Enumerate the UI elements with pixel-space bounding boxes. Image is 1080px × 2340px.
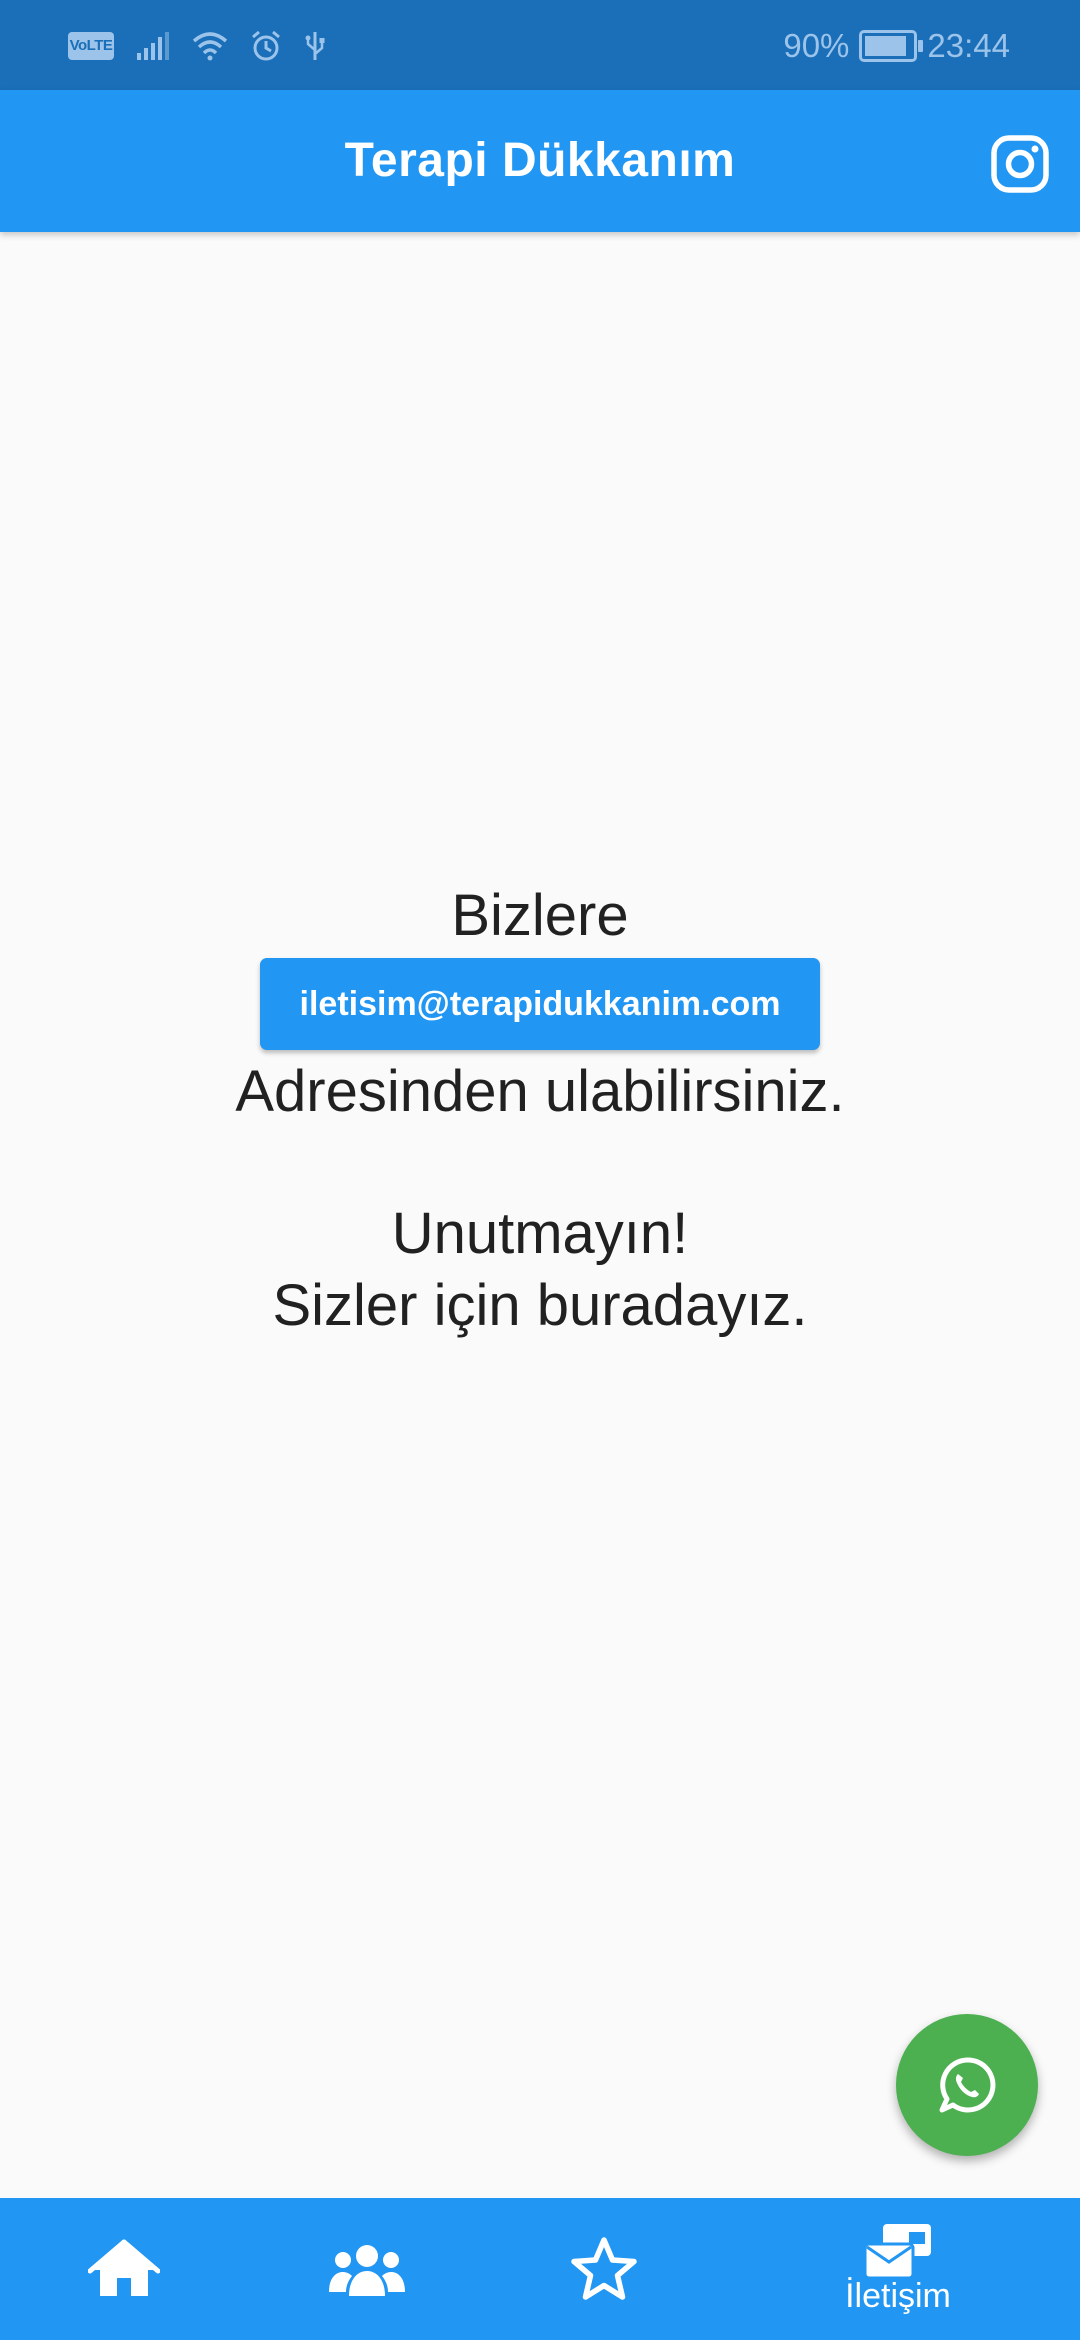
status-bar: VoLTE 90% 23:44 <box>0 0 1080 90</box>
email-button[interactable]: iletisim@terapidukkanim.com <box>260 958 820 1050</box>
home-icon <box>88 2239 160 2296</box>
alarm-icon <box>252 30 280 61</box>
app-title: Terapi Dükkanım <box>344 134 736 187</box>
signal-icon <box>137 32 169 60</box>
nav-item-favorites[interactable] <box>484 2198 724 2340</box>
address-text: Adresinden ulabilirsiniz. <box>235 1059 845 1124</box>
contact-mail-icon <box>863 2224 931 2280</box>
bottom-navigation: İletişim <box>0 2198 1080 2340</box>
wifi-icon <box>192 32 228 61</box>
battery-charging-icon <box>859 30 924 62</box>
usb-icon <box>305 32 325 60</box>
battery-level <box>865 36 907 56</box>
text-spacer <box>0 1128 1080 1198</box>
status-icons-left: VoLTE <box>68 24 326 68</box>
nav-item-team[interactable] <box>247 2198 487 2340</box>
users-icon <box>329 2245 405 2296</box>
volte-icon: VoLTE <box>68 32 114 60</box>
nav-item-home[interactable] <box>4 2198 244 2340</box>
battery-percent: 90% <box>783 27 850 64</box>
support-text: Sizler için buradayız. <box>272 1273 808 1338</box>
status-time: 23:44 <box>927 27 1010 64</box>
app-bar: Terapi Dükkanım <box>0 90 1080 232</box>
nav-label-contact: İletişim <box>845 2277 951 2315</box>
contact-content: Bizlere iletisim@terapidukkanim.com Adre… <box>0 880 1080 1342</box>
nav-item-contact[interactable]: İletişim <box>778 2198 1018 2340</box>
intro-text: Bizlere <box>451 883 629 948</box>
status-icons-right: 90% 23:44 <box>783 22 1010 70</box>
instagram-button[interactable] <box>990 134 1050 194</box>
instagram-icon <box>991 135 1049 193</box>
whatsapp-button[interactable] <box>896 2014 1038 2156</box>
reminder-text: Unutmayın! <box>391 1201 689 1266</box>
star-icon <box>571 2237 637 2300</box>
whatsapp-icon <box>939 2057 996 2113</box>
